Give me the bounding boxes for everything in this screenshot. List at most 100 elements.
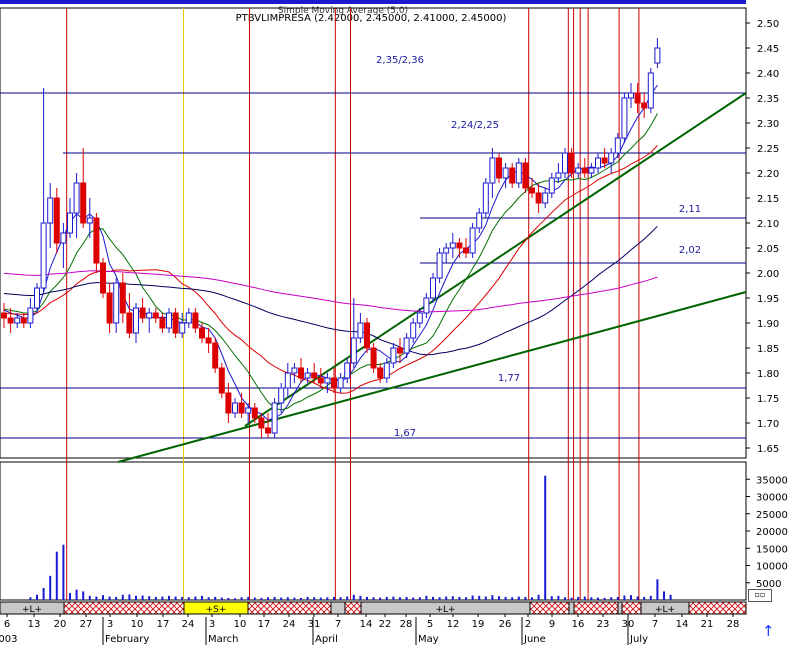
volume-tick-label: 25000 [756,510,788,521]
candle-body [397,347,403,354]
x-tick-label: 31 [308,619,321,630]
candle-body [430,277,436,299]
price-tick-label: 2.00 [757,269,779,280]
candle-body [271,402,278,434]
candle-body [172,312,179,334]
ma-line [3,113,658,411]
candle-body [86,217,93,224]
candle-body [562,152,568,174]
month-label: March [208,634,238,645]
candle-body [53,197,60,244]
price-chart: Simple Moving Average (5,0)PTBVLIMPRESA … [0,0,788,645]
candle-body [390,347,397,364]
candle-body [628,92,634,99]
month-label: June [523,634,546,645]
candle-body [93,217,100,264]
candle-body [232,402,238,414]
x-tick-label: 7 [652,619,658,630]
candle-body [614,137,621,154]
candle-body [522,162,529,189]
candle-body [278,387,285,404]
candle-body [337,377,344,389]
x-tick-label: 9 [549,619,555,630]
candle-body [568,152,575,174]
price-tick-label: 2.20 [757,169,779,180]
x-tick-label: 3 [209,619,215,630]
candle-body [133,307,139,334]
volume-tick-label: 15000 [756,544,788,555]
candle-body [317,377,324,384]
signal-segment [568,601,575,615]
candle-body [331,377,337,389]
candle-body [463,247,469,254]
x-tick-label: 23 [597,619,610,630]
candle-body [159,317,166,329]
price-tick-label: 2.40 [757,69,779,80]
candle-body [251,407,258,419]
candle-body [443,247,450,254]
level-label: 2,35/2,36 [376,55,424,66]
x-tick-label: 24 [283,619,296,630]
scroll-button[interactable]: ▫▫ [748,589,772,602]
candle-body [581,167,588,174]
x-tick-label: 14 [676,619,689,630]
x-tick-label: 20 [54,619,67,630]
x-tick-label: 27 [80,619,93,630]
x-tick-label: 17 [157,619,170,630]
month-label: July [629,634,648,645]
candle-body [238,402,245,414]
price-tick-label: 2.10 [757,219,779,230]
candle-body [634,92,641,104]
price-tick-label: 1.95 [757,294,779,305]
up-arrow-icon[interactable]: ↑ [762,622,775,640]
level-label: 2,02 [679,245,701,256]
candle-body [575,167,582,174]
x-tick-label: 13 [28,619,41,630]
signal-label: +L+ [655,605,675,615]
price-tick-label: 1.85 [757,344,779,355]
header-stripe [0,0,746,4]
candle-body [166,312,172,329]
candle-body [423,297,430,314]
price-tick-label: 2.45 [757,44,779,55]
candle-body [185,312,192,324]
month-label: February [105,634,149,645]
candle-body [344,362,351,379]
candle-body [298,367,304,379]
candle-body [608,152,615,164]
price-tick-label: 1.65 [757,444,779,455]
candle-body [364,322,370,349]
x-tick-label: 17 [258,619,271,630]
price-tick-label: 1.80 [757,369,779,380]
candle-body [476,212,483,229]
candle-body [601,157,608,164]
volume-tick-label: 35000 [756,475,788,486]
candle-body [654,47,661,64]
month-label: May [418,634,439,645]
x-tick-label: 22 [379,619,392,630]
candle-body [205,337,212,344]
candle-body [469,227,476,254]
candle-body [284,372,291,389]
volume-tick-label: 20000 [756,527,788,538]
candle-body [535,192,542,204]
x-tick-label: 7 [335,619,341,630]
candle-body [350,337,357,364]
x-tick-label: 14 [360,619,373,630]
signal-segment [617,601,623,615]
x-tick-label: 5 [427,619,433,630]
x-tick-label: 28 [727,619,740,630]
candle-body [14,317,21,324]
candle-body [496,157,502,179]
candle-body [40,222,47,289]
price-tick-label: 2.50 [757,19,779,30]
candle-body [106,292,113,324]
candle-body [47,197,54,224]
x-tick-label: 26 [499,619,512,630]
volume-tick-label: 10000 [756,562,788,573]
candle-body [199,327,205,339]
price-tick-label: 2.25 [757,144,779,155]
volume-frame [0,461,747,601]
candle-body [152,312,159,319]
price-frame [0,7,747,459]
